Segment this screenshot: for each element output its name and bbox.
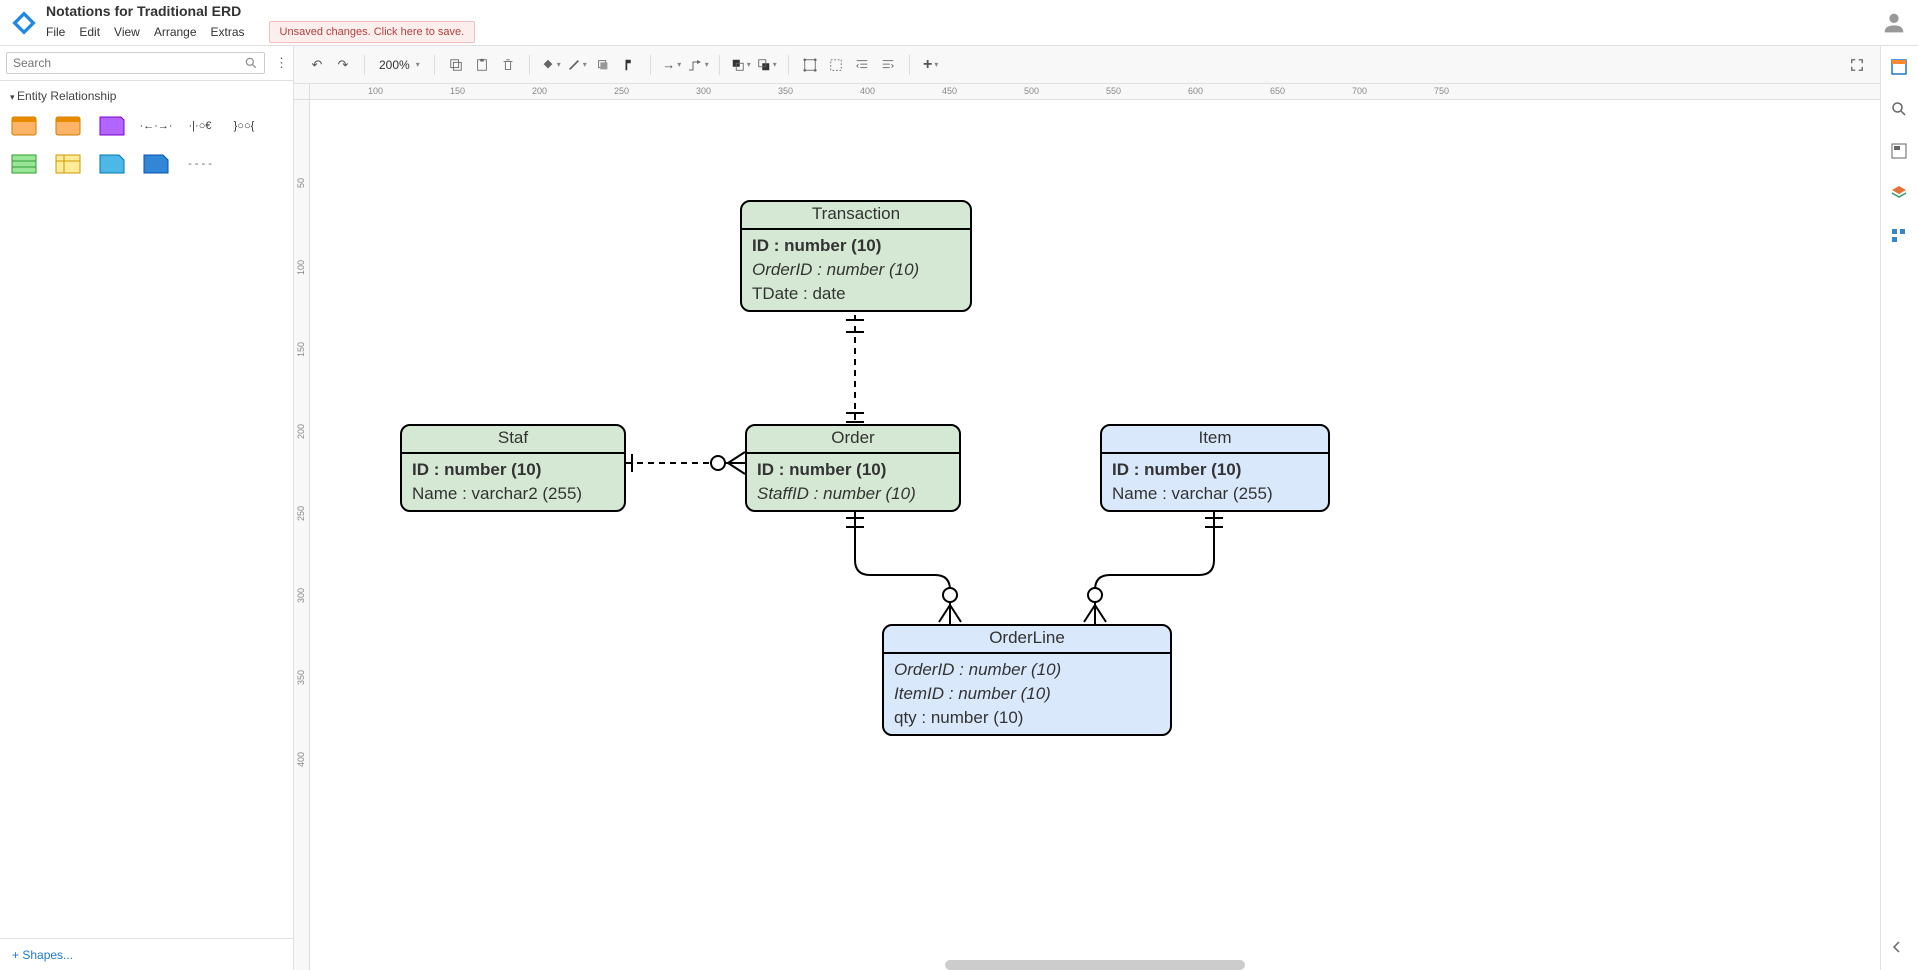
entity-row[interactable]: ID : number (10)	[1112, 458, 1318, 482]
zoom-select[interactable]: 200%▾	[375, 58, 424, 72]
fullscreen-button[interactable]	[1846, 54, 1868, 76]
to-front-button[interactable]: ▾	[730, 54, 752, 76]
entity-row[interactable]: qty : number (10)	[894, 706, 1160, 730]
line-color-button[interactable]: ▾	[566, 54, 588, 76]
shape-table-orange-2[interactable]	[54, 115, 82, 137]
ruler-vertical: 50 100 150 200 250 300 350 400	[294, 100, 310, 970]
entity-title: Transaction	[742, 202, 970, 230]
shape-table-yellow[interactable]	[54, 153, 82, 175]
sidebar: ⋮ Entity Relationship ·←·→· ·|·○€ }○○{ -…	[0, 46, 294, 970]
entity-row[interactable]: ID : number (10)	[752, 234, 960, 258]
entity-row[interactable]: OrderID : number (10)	[894, 658, 1160, 682]
menu-extras[interactable]: Extras	[211, 25, 245, 39]
canvas[interactable]: 100 150 200 250 300 350 400 450 500 550 …	[294, 84, 1880, 970]
right-rail	[1880, 46, 1918, 970]
entity-order[interactable]: Order ID : number (10) StaffID : number …	[745, 424, 961, 512]
app-logo	[10, 9, 38, 37]
entity-staf[interactable]: Staf ID : number (10) Name : varchar2 (2…	[400, 424, 626, 512]
entity-row[interactable]: TDate : date	[752, 282, 960, 306]
search-input[interactable]	[13, 56, 244, 70]
entity-row[interactable]: Name : varchar (255)	[1112, 482, 1318, 506]
entity-row[interactable]: Name : varchar2 (255)	[412, 482, 614, 506]
entity-row[interactable]: ItemID : number (10)	[894, 682, 1160, 706]
search-box[interactable]	[6, 52, 265, 74]
more-shapes-button[interactable]: + Shapes...	[12, 948, 73, 962]
insert-button[interactable]: +▾	[920, 54, 942, 76]
entity-title: Order	[747, 426, 959, 454]
shape-table-blue[interactable]	[142, 153, 170, 175]
shape-relation-1[interactable]: ·←·→·	[142, 115, 170, 137]
to-back-button[interactable]: ▾	[756, 54, 778, 76]
indent-right-button[interactable]	[877, 54, 899, 76]
document-title[interactable]: Notations for Traditional ERD	[46, 3, 475, 19]
format-painter-button[interactable]	[618, 54, 640, 76]
user-icon[interactable]	[1880, 9, 1908, 37]
toolbar: ↶ ↷ 200%▾ ▾ ▾ →▾ ▾ ▾ ▾ +▾	[294, 46, 1880, 84]
ruler-horizontal: 100 150 200 250 300 350 400 450 500 550 …	[310, 84, 1880, 100]
connection-button[interactable]: →▾	[661, 54, 683, 76]
save-warning[interactable]: Unsaved changes. Click here to save.	[269, 21, 476, 43]
search-panel-icon[interactable]	[1890, 100, 1910, 120]
format-panel-icon[interactable]	[1890, 58, 1910, 78]
edit-geometry-button[interactable]	[799, 54, 821, 76]
entity-title: OrderLine	[884, 626, 1170, 654]
shape-palette: ·←·→· ·|·○€ }○○{ - - - -	[10, 111, 283, 179]
menu-file[interactable]: File	[46, 25, 65, 39]
paste-button[interactable]	[471, 54, 493, 76]
indent-left-button[interactable]	[851, 54, 873, 76]
horizontal-scrollbar[interactable]	[945, 960, 1245, 970]
entity-transaction[interactable]: Transaction ID : number (10) OrderID : n…	[740, 200, 972, 312]
tags-panel-icon[interactable]	[1890, 226, 1910, 246]
entity-row[interactable]: ID : number (10)	[412, 458, 614, 482]
layers-panel-icon[interactable]	[1890, 184, 1910, 204]
fit-button[interactable]	[825, 54, 847, 76]
undo-button[interactable]: ↶	[306, 54, 328, 76]
menu-arrange[interactable]: Arrange	[154, 25, 197, 39]
shape-table-teal[interactable]	[98, 153, 126, 175]
delete-button[interactable]	[497, 54, 519, 76]
shadow-button[interactable]	[592, 54, 614, 76]
expand-panel-icon[interactable]	[1890, 940, 1910, 960]
paper[interactable]: Transaction ID : number (10) OrderID : n…	[310, 100, 1880, 970]
shape-dashed-line[interactable]: - - - -	[186, 153, 214, 175]
entity-title: Staf	[402, 426, 624, 454]
menu-view[interactable]: View	[114, 25, 140, 39]
entity-item[interactable]: Item ID : number (10) Name : varchar (25…	[1100, 424, 1330, 512]
menu-bar: File Edit View Arrange Extras Unsaved ch…	[46, 21, 475, 43]
ruler-corner	[294, 84, 310, 100]
outline-panel-icon[interactable]	[1890, 142, 1910, 162]
sidebar-more-icon[interactable]: ⋮	[271, 55, 287, 71]
shape-table-purple[interactable]	[98, 115, 126, 137]
copy-button[interactable]	[445, 54, 467, 76]
shape-table-green[interactable]	[10, 153, 38, 175]
entity-title: Item	[1102, 426, 1328, 454]
entity-orderline[interactable]: OrderLine OrderID : number (10) ItemID :…	[882, 624, 1172, 736]
waypoint-button[interactable]: ▾	[687, 54, 709, 76]
palette-title[interactable]: Entity Relationship	[10, 89, 283, 103]
fill-color-button[interactable]: ▾	[540, 54, 562, 76]
shape-table-orange-1[interactable]	[10, 115, 38, 137]
shape-relation-3[interactable]: }○○{	[230, 115, 258, 137]
entity-row[interactable]: StaffID : number (10)	[757, 482, 949, 506]
shape-relation-2[interactable]: ·|·○€	[186, 115, 214, 137]
entity-row[interactable]: OrderID : number (10)	[752, 258, 960, 282]
entity-row[interactable]: ID : number (10)	[757, 458, 949, 482]
header: Notations for Traditional ERD File Edit …	[0, 0, 1918, 46]
redo-button[interactable]: ↷	[332, 54, 354, 76]
search-icon	[244, 56, 258, 70]
menu-edit[interactable]: Edit	[79, 25, 100, 39]
